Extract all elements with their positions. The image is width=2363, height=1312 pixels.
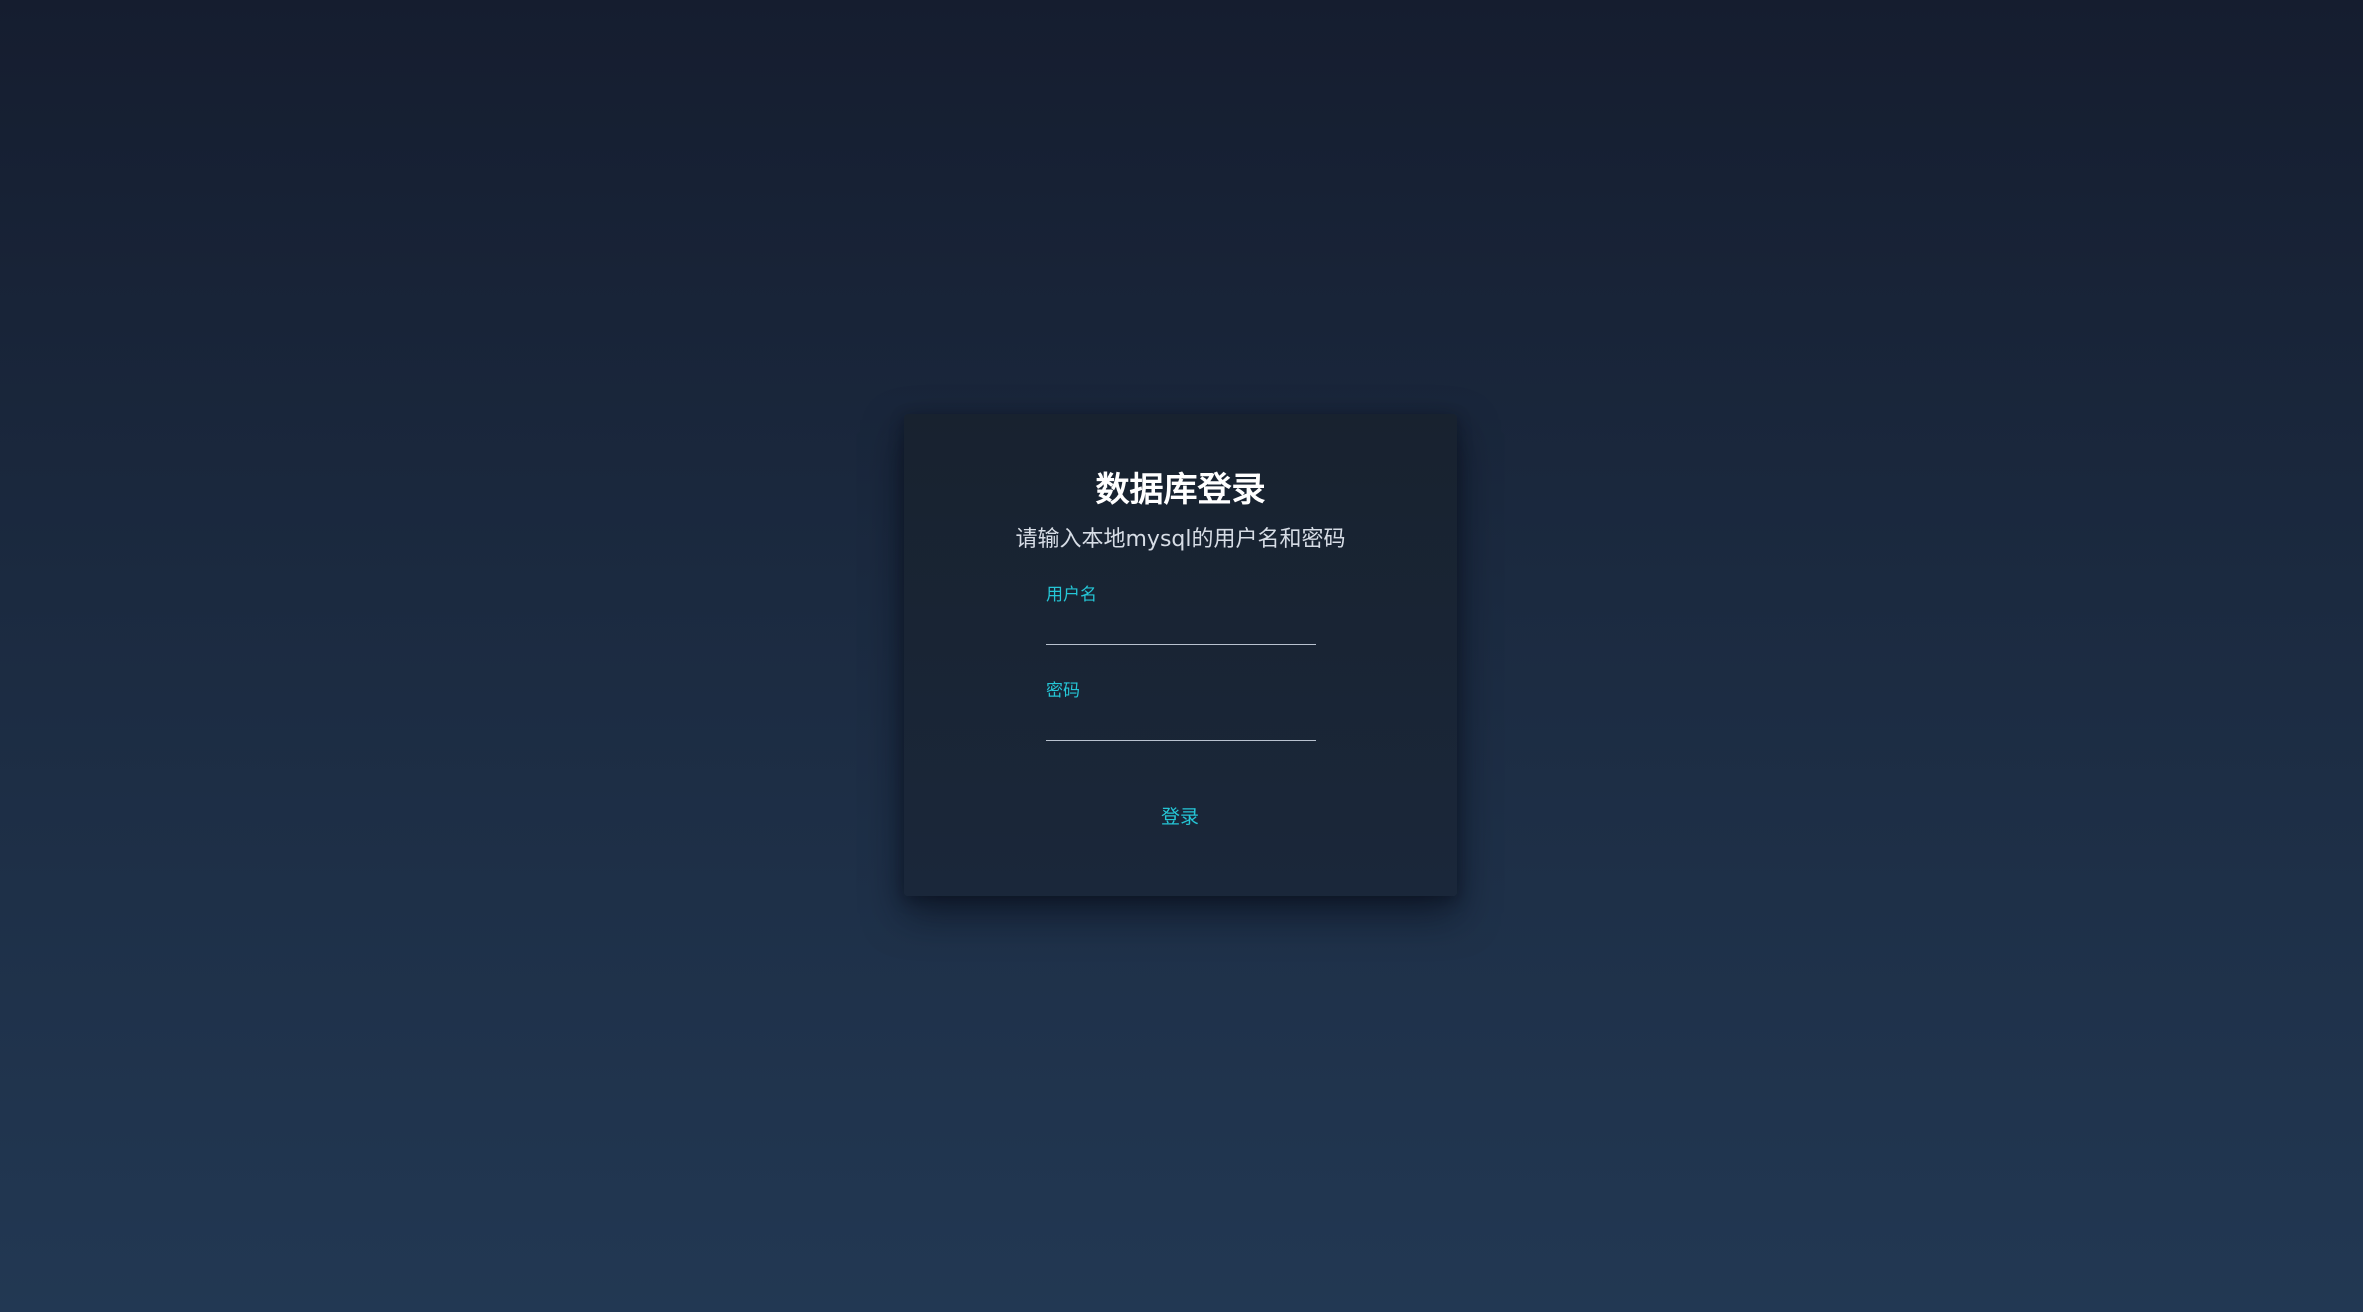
username-field-group: 用户名 — [1046, 584, 1316, 645]
password-label: 密码 — [1046, 681, 1080, 701]
username-input[interactable] — [1046, 610, 1316, 645]
login-card: 数据库登录 请输入本地mysql的用户名和密码 用户名 密码 登录 — [904, 414, 1457, 896]
login-page: { "login": { "title": "数据库登录", "subtitle… — [0, 0, 2363, 1312]
login-button[interactable]: 登录 — [1130, 798, 1230, 832]
login-subtitle: 请输入本地mysql的用户名和密码 — [1015, 527, 1346, 552]
username-label: 用户名 — [1046, 585, 1097, 605]
password-input[interactable] — [1046, 706, 1316, 741]
login-title: 数据库登录 — [1095, 470, 1266, 510]
password-field-group: 密码 — [1046, 680, 1316, 741]
